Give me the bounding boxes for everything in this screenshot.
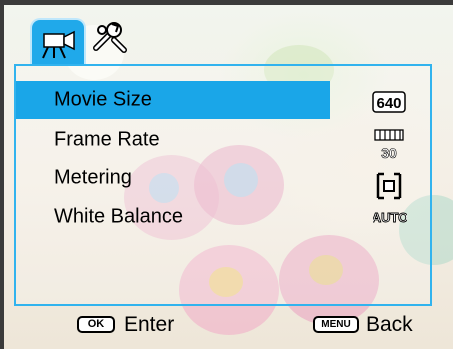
menu-item-movie-size[interactable]: Movie Size [16,81,330,119]
menu-item-label: White Balance [54,205,183,228]
menu-item-label: Frame Rate [54,128,160,151]
menu-item-metering[interactable]: Metering [16,159,330,197]
ok-key-icon: OK [77,316,115,333]
menu-key-icon: MENU [313,316,359,333]
movie-size-640-icon: 640 [372,91,406,113]
movie-camera-icon [42,30,75,59]
menu-item-frame-rate[interactable]: Frame Rate [16,121,330,159]
tools-icon [93,22,127,53]
menu-item-white-balance[interactable]: White Balance [16,198,330,236]
ok-key-label: OK [87,318,105,330]
svg-text:30: 30 [381,145,397,161]
tab-setup[interactable] [90,18,146,64]
svg-text:640: 640 [376,95,401,112]
svg-text:AUTO: AUTO [373,210,407,225]
menu-item-label: Metering [54,166,132,189]
frame-rate-icon: 30 [374,129,404,161]
enter-label: Enter [124,313,175,336]
menu-panel: Movie Size Frame Rate Metering White Bal… [14,64,432,306]
center-metering-icon [376,172,402,200]
menu-key-label: MENU [321,319,351,330]
menu-item-label: Movie Size [54,88,152,111]
tab-movie[interactable] [30,18,86,64]
back-label: Back [366,313,413,336]
white-balance-auto-icon: AUTO [373,210,407,226]
